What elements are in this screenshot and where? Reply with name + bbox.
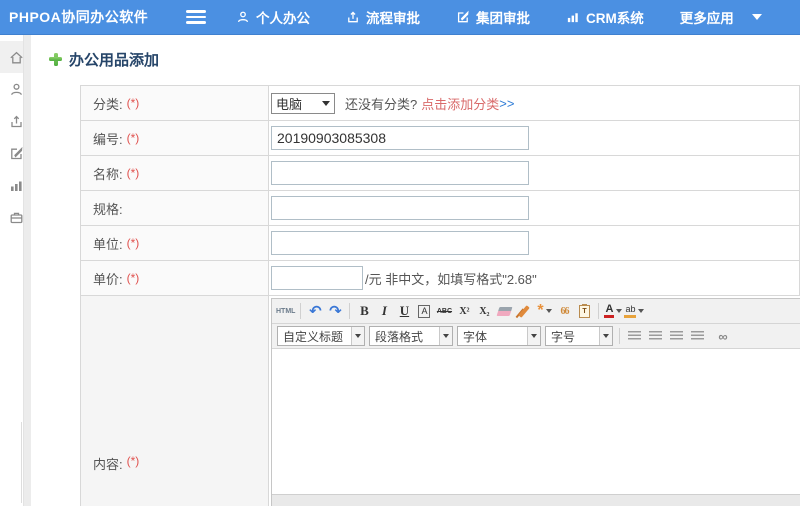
- editor-toolbar-row2: 自定义标题 段落格式 字体 字号 ∞: [272, 324, 800, 349]
- strikethrough-button[interactable]: ABC: [435, 301, 453, 321]
- caret-down-icon: [527, 327, 540, 345]
- code-input[interactable]: [271, 126, 529, 150]
- sidebar-item-fixed-assets[interactable]: 固定资产管理+: [0, 368, 23, 395]
- redo-icon[interactable]: ↷: [326, 301, 344, 321]
- paragraph-format-select[interactable]: 段落格式: [369, 326, 453, 346]
- chart-icon: [567, 13, 578, 23]
- blockquote-button[interactable]: 66: [555, 301, 573, 321]
- editor-content-area[interactable]: [272, 349, 800, 494]
- italic-button[interactable]: I: [375, 301, 393, 321]
- bold-button[interactable]: B: [355, 301, 373, 321]
- link-icon[interactable]: ∞: [714, 326, 732, 346]
- sidebar-item-crm-system[interactable]: CRM系统 +: [0, 169, 23, 201]
- process-icon: [348, 11, 358, 23]
- sidebar-submenu-office-supplies: 办公用品领用 办公用品管理 办公用品采购: [21, 422, 23, 503]
- align-center-icon[interactable]: [649, 331, 662, 341]
- edit-icon: [11, 146, 23, 159]
- form-row-category: 分类: (*) 电脑 还没有分类? 点击添加分类 >>: [81, 86, 800, 121]
- name-input[interactable]: [271, 161, 529, 185]
- edit-icon: [457, 10, 469, 23]
- price-input[interactable]: [271, 266, 363, 290]
- select-caret-icon: [322, 100, 330, 106]
- form-row-content: 内容: (*) HTML ↶ ↷ B I U A ABC X² X₂ * 66 …: [81, 296, 800, 506]
- sidebar-item-announcement-mgmt[interactable]: 公告管理: [0, 233, 23, 260]
- user-icon: [237, 11, 249, 23]
- underline-button[interactable]: U: [395, 301, 413, 321]
- nav-more-apps[interactable]: 更多应用: [680, 7, 762, 27]
- eraser-icon[interactable]: [495, 301, 513, 321]
- nav-personal-office[interactable]: 个人办公: [236, 7, 310, 27]
- sidebar-item-personal-office[interactable]: 个人办公 +: [0, 73, 23, 105]
- align-justify-icon[interactable]: [691, 331, 704, 341]
- sidebar-item-process-approval[interactable]: 流程审批 +: [0, 105, 23, 137]
- caret-down-icon: [599, 327, 612, 345]
- editor-toolbar-row1: HTML ↶ ↷ B I U A ABC X² X₂ * 66 T A ab: [272, 299, 800, 324]
- html-source-button[interactable]: HTML: [276, 301, 295, 321]
- category-select[interactable]: 电脑: [271, 92, 335, 114]
- top-nav: 个人办公 流程审批 集团审批 CRM系统 更多应用: [236, 7, 762, 27]
- sidebar-item-memorabilia-mgmt[interactable]: 大事记管理: [0, 314, 23, 341]
- sidebar-item-office-supplies[interactable]: 办公用品管理−: [0, 395, 23, 422]
- format-brush-icon[interactable]: [515, 301, 533, 321]
- user-icon: [11, 83, 22, 95]
- add-category-link-arrows[interactable]: >>: [499, 96, 514, 111]
- app-logo: PHPOA协同办公软件: [9, 9, 149, 25]
- form-row-spec: 规格:: [81, 191, 800, 226]
- form-row-name: 名称: (*): [81, 156, 800, 191]
- nav-crm-system[interactable]: CRM系统: [566, 7, 644, 27]
- highlight-color-button[interactable]: ab: [624, 301, 645, 321]
- sidebar: 个人桌面 个人办公 + 流程审批 + 集团审批 + CRM系统 + 行政办公 −: [0, 35, 24, 506]
- font-size-select[interactable]: 字号: [545, 326, 613, 346]
- custom-heading-select[interactable]: 自定义标题: [277, 326, 365, 346]
- sidebar-item-desktop[interactable]: 个人桌面: [0, 41, 23, 73]
- caret-down-icon: [638, 309, 645, 313]
- rich-text-editor: HTML ↶ ↷ B I U A ABC X² X₂ * 66 T A ab 自…: [271, 298, 800, 506]
- caret-down-icon: [751, 14, 762, 20]
- form-row-code: 编号: (*): [81, 121, 800, 156]
- process-icon: [11, 115, 22, 127]
- superscript-button[interactable]: X²: [455, 301, 473, 321]
- nav-group-approval[interactable]: 集团审批: [456, 7, 530, 27]
- form-row-unit: 单位: (*): [81, 226, 800, 261]
- auto-typeset-button[interactable]: *: [535, 301, 553, 321]
- main-content: 办公用品添加 分类: (*) 电脑 还没有分类? 点击添加分类 >> 编号: (…: [24, 35, 800, 506]
- caret-down-icon: [545, 309, 552, 313]
- subscript-button[interactable]: X₂: [475, 301, 493, 321]
- caret-down-icon: [616, 309, 623, 313]
- editor-status-bar: [272, 494, 800, 506]
- char-border-button[interactable]: A: [418, 304, 431, 318]
- align-left-icon[interactable]: [628, 331, 641, 341]
- nav-process-approval[interactable]: 流程审批: [346, 7, 420, 27]
- home-icon: [10, 51, 23, 63]
- price-format-hint: /元 非中文，如填写格式"2.68": [365, 271, 537, 287]
- chart-icon: [11, 181, 22, 191]
- sidebar-item-meeting-request[interactable]: 会议申请及安排+: [0, 341, 23, 368]
- caret-down-icon: [351, 327, 364, 345]
- add-plus-icon: [49, 52, 62, 66]
- font-color-button[interactable]: A: [604, 301, 623, 321]
- menu-icon[interactable]: [186, 10, 206, 24]
- sidebar-item-admin-office[interactable]: 行政办公 −: [0, 201, 23, 233]
- supply-add-form: 分类: (*) 电脑 还没有分类? 点击添加分类 >> 编号: (*) 2019…: [80, 85, 800, 506]
- align-right-icon[interactable]: [670, 331, 683, 341]
- topbar: PHPOA协同办公软件 个人办公 流程审批 集团审批 CRM系统 更多应用: [0, 0, 800, 35]
- sidebar-submenu-admin: 公告管理 通知管理 新闻管理 大事记管理 会议申请及安排+ 固定资产管理+ 办公…: [0, 233, 23, 503]
- add-category-link[interactable]: 点击添加分类: [421, 94, 499, 113]
- page-title: 办公用品添加: [49, 49, 800, 69]
- sidebar-item-group-approval[interactable]: 集团审批 +: [0, 137, 23, 169]
- sidebar-item-news-mgmt[interactable]: 新闻管理: [0, 287, 23, 314]
- unit-input[interactable]: [271, 231, 529, 255]
- form-row-price: 单价: (*) /元 非中文，如填写格式"2.68": [81, 261, 800, 296]
- sidebar-item-notice-mgmt[interactable]: 通知管理: [0, 260, 23, 287]
- briefcase-icon: [10, 212, 23, 223]
- caret-down-icon: [439, 327, 452, 345]
- spec-input[interactable]: [271, 196, 529, 220]
- font-family-select[interactable]: 字体: [457, 326, 541, 346]
- paste-plain-button[interactable]: T: [575, 301, 593, 321]
- undo-icon[interactable]: ↶: [306, 301, 324, 321]
